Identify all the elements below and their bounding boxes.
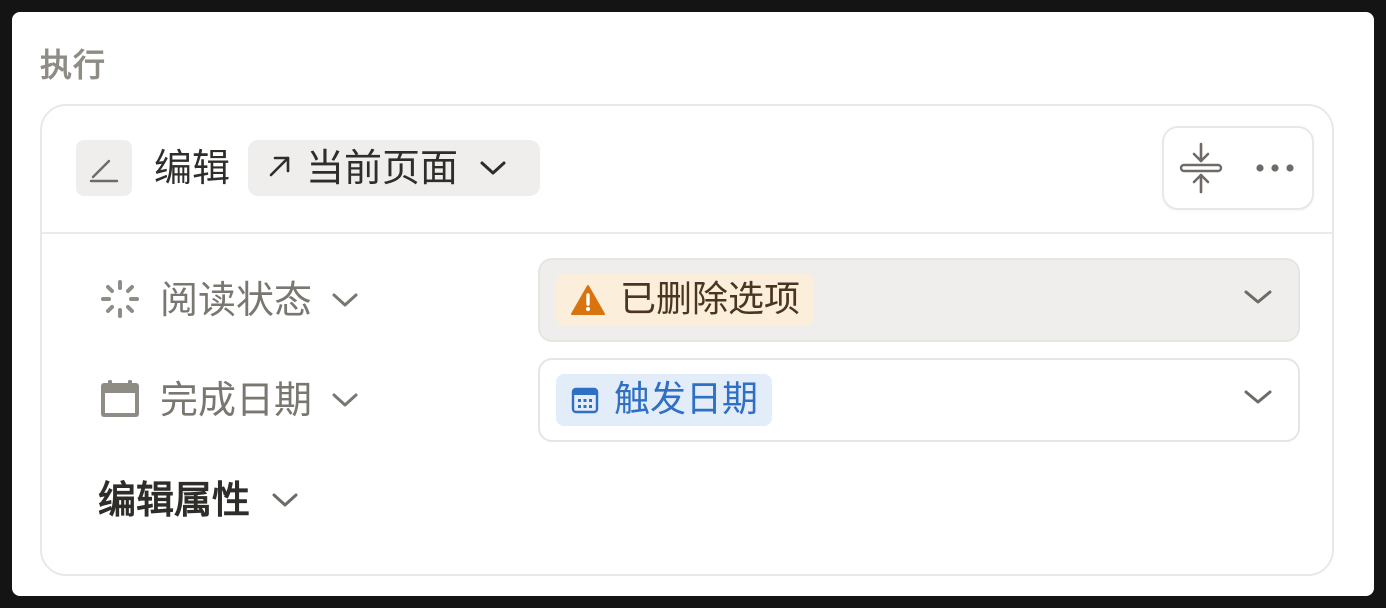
property-name-dropdown[interactable]: 阅读状态 xyxy=(160,276,360,324)
action-card-header: 编辑 当前页面 xyxy=(42,106,1332,234)
status-spinner-icon xyxy=(98,277,142,321)
chevron-down-icon xyxy=(270,490,300,510)
property-row-completion-date: 完成日期 触发日期 xyxy=(98,358,1302,444)
property-name-dropdown[interactable]: 完成日期 xyxy=(160,376,360,424)
automation-panel: 执行 编辑 当前页面 阅读状态 已删除选项 完成日期 触发日期 编辑属性 xyxy=(12,12,1374,596)
value-text: 触发日期 xyxy=(614,379,759,420)
section-label: 执行 xyxy=(40,46,107,84)
trigger-date-badge: 触发日期 xyxy=(556,374,773,426)
collapse-vertical-icon[interactable] xyxy=(1173,140,1229,196)
warning-icon xyxy=(570,284,606,316)
arrow-up-right-icon xyxy=(266,152,294,184)
action-title: 编辑 xyxy=(154,146,231,190)
more-horizontal-icon[interactable] xyxy=(1247,140,1303,196)
deleted-option-badge: 已删除选项 xyxy=(556,274,815,326)
chevron-down-icon xyxy=(330,290,360,310)
chevron-down-icon xyxy=(330,390,360,410)
action-card: 编辑 当前页面 阅读状态 已删除选项 完成日期 触发日期 编辑属性 xyxy=(40,104,1334,576)
value-text: 已删除选项 xyxy=(620,279,801,320)
action-controls xyxy=(1162,126,1314,210)
edit-properties-label: 编辑属性 xyxy=(98,478,251,522)
target-page-label: 当前页面 xyxy=(306,146,459,190)
chevron-down-icon xyxy=(1242,386,1274,412)
property-name-label: 完成日期 xyxy=(160,378,313,422)
property-name-label: 阅读状态 xyxy=(160,278,313,322)
property-value-select[interactable]: 已删除选项 xyxy=(538,258,1300,342)
pencil-icon xyxy=(76,140,132,196)
calendar-icon xyxy=(98,377,142,421)
chevron-down-icon xyxy=(478,158,508,178)
calendar-small-icon xyxy=(570,385,600,415)
edit-properties-dropdown[interactable]: 编辑属性 xyxy=(98,476,300,524)
property-row-reading-status: 阅读状态 已删除选项 xyxy=(98,258,1302,344)
chevron-down-icon xyxy=(1242,286,1274,312)
target-page-dropdown[interactable]: 当前页面 xyxy=(248,140,540,196)
property-value-select[interactable]: 触发日期 xyxy=(538,358,1300,442)
